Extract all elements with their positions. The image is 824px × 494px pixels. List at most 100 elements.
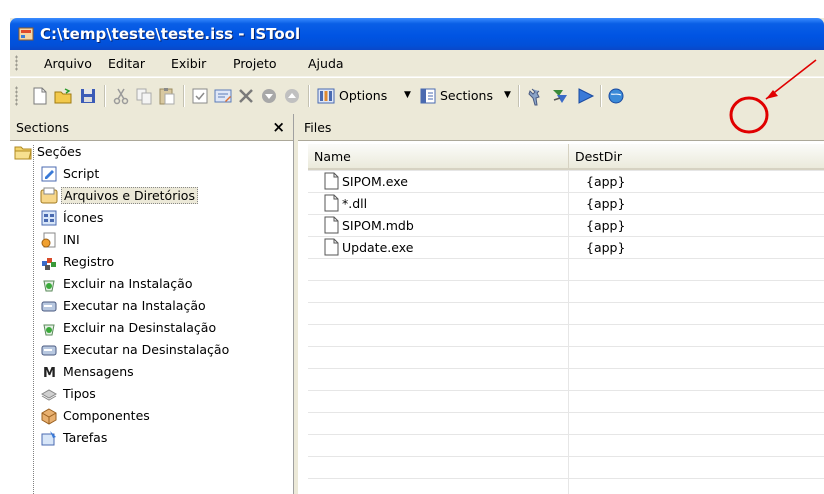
copy-icon (136, 88, 152, 105)
sidebar-item-tipos[interactable]: Tipos (40, 383, 290, 405)
sidebar-item-label: Tipos (63, 386, 96, 401)
sections-dropdown-icon[interactable]: ▼ (504, 90, 511, 100)
components-icon (41, 408, 57, 425)
toolbar-separator (518, 85, 520, 107)
sidebar-item-label: Tarefas (63, 430, 108, 445)
sidebar-item-label: Executar na Desinstalação (63, 342, 230, 357)
open-button[interactable] (53, 86, 73, 106)
menu-arquivo[interactable]: Arquivo (44, 56, 92, 71)
options-dropdown-icon[interactable]: ▼ (404, 90, 411, 100)
new-file-button[interactable] (30, 86, 50, 106)
menu-ajuda[interactable]: Ajuda (308, 56, 344, 71)
save-icon (81, 89, 95, 103)
files-pane: Files Name DestDir SIPOM.exe {app} *.dll… (298, 114, 824, 494)
paste-button[interactable] (157, 86, 177, 106)
toolbar-separator (600, 85, 602, 107)
column-header-destdir-label: DestDir (575, 149, 622, 164)
sidebar-item-executar-desinstalacao[interactable]: Executar na Desinstalação (40, 339, 290, 361)
files-pane-title: Files (304, 120, 332, 135)
options-icon-button[interactable] (316, 86, 336, 106)
run-button[interactable] (575, 86, 595, 106)
sidebar-item-registro[interactable]: Registro (40, 251, 290, 273)
delete-button[interactable] (236, 86, 256, 106)
move-down-button[interactable] (259, 86, 279, 106)
cut-button[interactable] (111, 86, 131, 106)
sidebar-item-ini[interactable]: INI (40, 229, 290, 251)
edit-entry-button[interactable] (213, 86, 233, 106)
column-header-name-label: Name (314, 149, 351, 164)
file-name: SIPOM.mdb (342, 218, 414, 233)
toolbar-separator (308, 85, 310, 107)
column-header-destdir[interactable]: DestDir (569, 144, 824, 170)
help-button[interactable] (606, 86, 626, 106)
files-pane-header: Files (298, 114, 824, 141)
menu-exibir[interactable]: Exibir (171, 56, 206, 71)
move-up-icon (285, 89, 299, 103)
help-globe-icon (608, 88, 624, 104)
table-row[interactable]: SIPOM.exe {app} (308, 170, 824, 192)
table-row[interactable]: SIPOM.mdb {app} (308, 214, 824, 236)
edit-entry-icon (214, 89, 232, 103)
sidebar-item-excluir-desinstalacao[interactable]: Excluir na Desinstalação (40, 317, 290, 339)
check-button[interactable] (190, 86, 210, 106)
sidebar-item-label: Ícones (63, 210, 104, 225)
compile-button[interactable] (550, 86, 570, 106)
wrench-icon (528, 88, 540, 106)
run-play-icon (578, 88, 595, 104)
messages-icon: M (43, 366, 56, 381)
sections-icon (420, 88, 436, 104)
toolbar-grip[interactable] (15, 86, 18, 106)
menu-projeto[interactable]: Projeto (233, 56, 277, 71)
sections-label[interactable]: Sections (440, 88, 493, 103)
sections-icon-button[interactable] (418, 86, 438, 106)
file-destdir: {app} (586, 196, 626, 211)
sidebar-item-mensagens[interactable]: M Mensagens (40, 361, 290, 383)
svg-text:M: M (43, 366, 56, 381)
file-icon (324, 172, 339, 190)
toolbar-separator (104, 85, 106, 107)
delete-uninstall-icon (43, 324, 55, 336)
title-bar[interactable]: C:\temp\teste\teste.iss - ISTool (10, 18, 824, 50)
toolbar: Options ▼ Sections ▼ (10, 77, 824, 114)
copy-button[interactable] (134, 86, 154, 106)
close-icon[interactable]: × (272, 118, 285, 136)
window-title: C:\temp\teste\teste.iss - ISTool (40, 25, 301, 43)
sidebar-item-label: Script (63, 166, 100, 181)
menubar-grip[interactable] (15, 55, 18, 71)
cut-icon (113, 88, 129, 105)
run-install-icon (41, 301, 57, 312)
sidebar-item-arquivos-diretorios[interactable]: Arquivos e Diretórios (40, 185, 290, 207)
move-up-button[interactable] (282, 86, 302, 106)
file-destdir: {app} (586, 174, 626, 189)
files-dirs-icon (40, 187, 58, 204)
sidebar-item-icones[interactable]: Ícones (40, 207, 290, 229)
script-icon (41, 166, 57, 182)
tree-connector-line (33, 145, 34, 494)
menu-editar[interactable]: Editar (108, 56, 145, 71)
registry-icon (42, 258, 56, 270)
run-uninstall-icon (41, 345, 57, 356)
file-icon (324, 238, 339, 256)
table-row[interactable]: *.dll {app} (308, 192, 824, 214)
sidebar-item-excluir-instalacao[interactable]: Excluir na Instalação (40, 273, 290, 295)
settings-button[interactable] (526, 86, 546, 106)
delete-x-icon (239, 89, 253, 103)
sidebar-item-label: Registro (63, 254, 115, 269)
sidebar-item-componentes[interactable]: Componentes (40, 405, 290, 427)
tree-root-secoes[interactable]: Seções (14, 141, 274, 163)
sections-pane: Sections × Seções Script Arquivos e Dire… (10, 114, 294, 494)
open-folder-icon (14, 146, 32, 160)
options-icon (317, 88, 335, 104)
file-name: *.dll (342, 196, 368, 211)
save-button[interactable] (78, 86, 98, 106)
paste-icon (159, 88, 175, 105)
menu-bar: Arquivo Editar Exibir Projeto Ajuda (10, 50, 824, 77)
column-header-name[interactable]: Name (308, 144, 569, 170)
sidebar-item-label: Executar na Instalação (63, 298, 206, 313)
sidebar-item-script[interactable]: Script (40, 163, 290, 185)
sidebar-item-tarefas[interactable]: Tarefas (40, 427, 290, 449)
options-label[interactable]: Options (339, 88, 387, 103)
sidebar-item-executar-instalacao[interactable]: Executar na Instalação (40, 295, 290, 317)
sidebar-item-label: Componentes (63, 408, 150, 423)
table-row[interactable]: Update.exe {app} (308, 236, 824, 258)
